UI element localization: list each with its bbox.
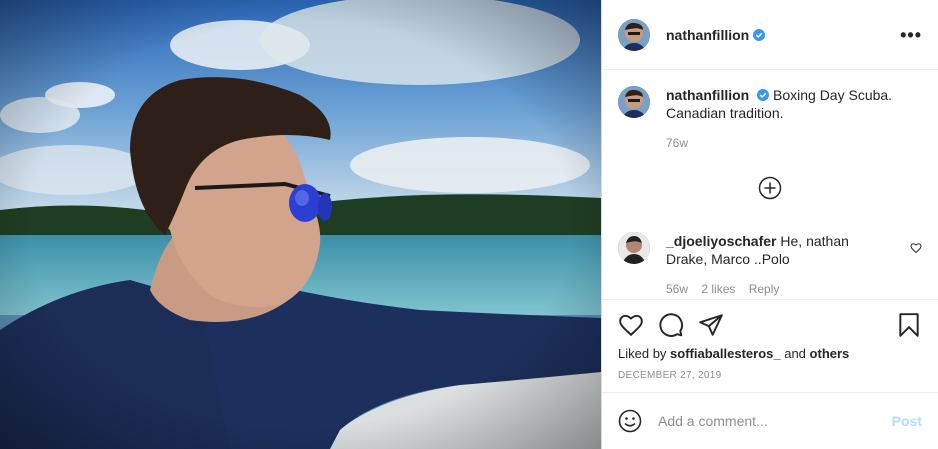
more-icon[interactable]: •••: [900, 26, 922, 44]
comment-icon[interactable]: [658, 312, 684, 338]
likes-and: and: [784, 346, 806, 361]
commenter-avatar[interactable]: [618, 232, 650, 264]
likes-others[interactable]: others: [810, 346, 850, 361]
caption-text: nathanfillion Boxing Day Scuba. Canadian…: [666, 86, 898, 122]
commenter-username[interactable]: _djoeliyoschafer: [666, 233, 777, 249]
comment-text: _djoeliyoschafer He, nathan Drake, Marco…: [666, 232, 881, 268]
post-date[interactable]: DECEMBER 27, 2019: [618, 370, 922, 381]
post-username[interactable]: nathanfillion: [666, 27, 749, 43]
comment-item: _djoeliyoschafer He, nathan Drake, Marco…: [618, 232, 922, 268]
post-side-panel: nathanfillion ••• nathanfillion Boxing D…: [601, 0, 938, 449]
caption-username[interactable]: nathanfillion: [666, 87, 749, 103]
caption-timestamp[interactable]: 76w: [666, 136, 922, 150]
emoji-icon[interactable]: [618, 409, 642, 433]
verified-icon: [753, 28, 766, 41]
load-more-icon[interactable]: [758, 176, 782, 200]
comment-input[interactable]: [656, 412, 880, 430]
comment-reply[interactable]: Reply: [749, 282, 780, 296]
action-bar: Liked by soffiaballesteros_ and others D…: [602, 299, 938, 392]
likes-summary: Liked by soffiaballesteros_ and others: [618, 346, 922, 361]
comment-like-icon[interactable]: [910, 242, 922, 254]
verified-icon: [757, 89, 770, 101]
add-comment-bar: Post: [602, 392, 938, 449]
likes-user[interactable]: soffiaballesteros_: [670, 346, 781, 361]
bookmark-icon[interactable]: [896, 312, 922, 338]
post-photo[interactable]: [0, 0, 601, 449]
comment-likes[interactable]: 2 likes: [701, 282, 735, 296]
load-more: [618, 176, 922, 200]
caption: nathanfillion Boxing Day Scuba. Canadian…: [618, 86, 922, 122]
post-comment-button[interactable]: Post: [892, 413, 922, 429]
avatar[interactable]: [618, 18, 650, 51]
caption-avatar[interactable]: [618, 86, 650, 118]
post-header: nathanfillion •••: [602, 0, 938, 70]
comments-section[interactable]: nathanfillion Boxing Day Scuba. Canadian…: [602, 70, 938, 299]
likes-prefix: Liked by: [618, 346, 667, 361]
instagram-post: nathanfillion ••• nathanfillion Boxing D…: [0, 0, 938, 449]
share-icon[interactable]: [698, 312, 724, 338]
comment-timestamp[interactable]: 56w: [666, 282, 688, 296]
heart-icon[interactable]: [618, 312, 644, 338]
action-icons: [618, 300, 922, 350]
comment-meta: 56w 2 likes Reply: [666, 282, 922, 296]
